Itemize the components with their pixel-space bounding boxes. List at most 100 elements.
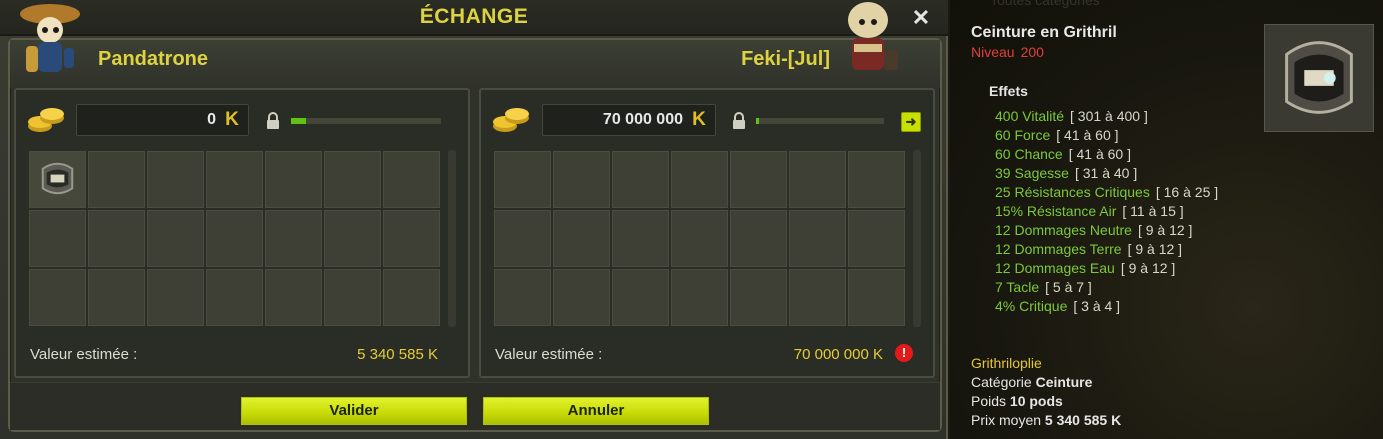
accept-arrow-icon[interactable]: ➜ xyxy=(901,112,921,132)
inventory-slot[interactable] xyxy=(323,268,382,327)
inventory-slot[interactable] xyxy=(552,209,611,268)
ready-progress-fill xyxy=(756,118,759,124)
inventory-slot[interactable] xyxy=(264,150,323,209)
weight-label: Poids xyxy=(971,393,1007,409)
inventory-slot[interactable] xyxy=(382,150,441,209)
inventory-slot[interactable] xyxy=(611,209,670,268)
inventory-slot[interactable] xyxy=(87,268,146,327)
item-name: Ceinture en Grithril xyxy=(971,24,1117,41)
kamas-input[interactable]: 0 K xyxy=(76,104,249,136)
inventory-slot[interactable] xyxy=(611,268,670,327)
effect-line: 4% Critique [ 3 à 4 ] xyxy=(995,297,1245,316)
inventory-slot[interactable] xyxy=(729,268,788,327)
effect-text: 39 Sagesse xyxy=(995,165,1069,181)
effect-range: [ 31 à 40 ] xyxy=(1074,165,1138,181)
inventory-slot[interactable] xyxy=(205,209,264,268)
inventory-slot[interactable] xyxy=(788,209,847,268)
footer-ornament xyxy=(10,382,940,430)
item-image xyxy=(1264,24,1374,132)
inventory-slot[interactable] xyxy=(146,209,205,268)
effect-text: 400 Vitalité xyxy=(995,108,1065,124)
inventory-slot[interactable] xyxy=(493,150,552,209)
inventory-slot[interactable] xyxy=(670,268,729,327)
item-set-link[interactable]: Grithriloplie xyxy=(971,355,1042,371)
price-label: Prix moyen xyxy=(971,412,1042,428)
item-weight: Poids 10 pods xyxy=(971,393,1063,409)
level-label: Niveau xyxy=(971,44,1015,60)
effect-text: 15% Résistance Air xyxy=(995,203,1117,219)
inventory-slot[interactable] xyxy=(28,150,87,209)
effect-range: [ 9 à 12 ] xyxy=(1127,241,1183,257)
lock-icon xyxy=(733,112,745,129)
inventory-slot[interactable] xyxy=(323,209,382,268)
inventory-slot[interactable] xyxy=(205,268,264,327)
close-icon[interactable]: ✕ xyxy=(908,5,934,31)
effect-line: 12 Dommages Terre [ 9 à 12 ] xyxy=(995,240,1245,259)
effect-line: 25 Résistances Critiques [ 16 à 25 ] xyxy=(995,183,1245,202)
exchange-window: ÉCHANGE ✕ Pandatrone Feki-[Jul] 0 K Vale… xyxy=(0,0,948,439)
inventory-slot[interactable] xyxy=(847,150,906,209)
effects-title: Effets xyxy=(989,83,1028,99)
inventory-slot[interactable] xyxy=(847,209,906,268)
effect-text: 12 Dommages Terre xyxy=(995,241,1122,257)
inventory-slot[interactable] xyxy=(323,150,382,209)
inventory-slot[interactable] xyxy=(28,209,87,268)
inventory-slot[interactable] xyxy=(729,209,788,268)
kamas-amount: 0 xyxy=(207,111,216,128)
player-left-name: Pandatrone xyxy=(98,48,209,70)
effect-line: 60 Force [ 41 à 60 ] xyxy=(995,126,1245,145)
effect-range: [ 9 à 12 ] xyxy=(1137,222,1193,238)
inventory-slot[interactable] xyxy=(847,268,906,327)
ready-progress xyxy=(291,118,441,124)
estimated-value-label: Valeur estimée : xyxy=(30,346,138,363)
kamas-amount: 70 000 000 xyxy=(602,111,683,128)
inventory-slot[interactable] xyxy=(382,209,441,268)
cancel-button[interactable]: Annuler xyxy=(481,395,711,427)
kamas-display: 70 000 000 K xyxy=(542,104,716,136)
inventory-slot[interactable] xyxy=(146,268,205,327)
inventory-slot[interactable] xyxy=(264,209,323,268)
player-right-offer: 70 000 000 K ➜ Valeur estimée: 70 000 0… xyxy=(479,88,935,378)
effect-line: 60 Chance [ 41 à 60 ] xyxy=(995,145,1245,164)
item-grid xyxy=(493,150,907,327)
item-average-price: Prix moyen 5 340 585 K xyxy=(971,412,1121,428)
inventory-slot[interactable] xyxy=(729,150,788,209)
scrollbar[interactable] xyxy=(913,150,921,327)
lock-icon xyxy=(267,112,279,129)
inventory-slot[interactable] xyxy=(611,150,670,209)
ready-progress xyxy=(756,118,884,124)
effect-range: [ 5 à 7 ] xyxy=(1045,279,1092,295)
effects-list: 400 Vitalité [ 301 à 400 ] 60 Force [ 41 à … xyxy=(995,107,1245,316)
scrollbar[interactable] xyxy=(448,150,456,327)
inventory-slot[interactable] xyxy=(670,150,729,209)
inventory-slot[interactable] xyxy=(788,150,847,209)
item-grid xyxy=(28,150,442,327)
warning-icon[interactable]: ! xyxy=(895,344,913,362)
inventory-slot[interactable] xyxy=(87,209,146,268)
inventory-slot[interactable] xyxy=(264,268,323,327)
estimated-value-amount: 5 340 585 K xyxy=(357,346,438,363)
inventory-slot[interactable] xyxy=(146,150,205,209)
inventory-slot[interactable] xyxy=(493,268,552,327)
inventory-slot[interactable] xyxy=(670,209,729,268)
inventory-slot[interactable] xyxy=(87,150,146,209)
effect-range: [ 11 à 15 ] xyxy=(1122,203,1184,219)
inventory-slot[interactable] xyxy=(788,268,847,327)
item-level: Niveau 200 xyxy=(971,44,1044,60)
player-right-avatar xyxy=(848,2,898,70)
estimated-value-label: Valeur estimée : xyxy=(495,346,603,363)
window-title: ÉCHANGE xyxy=(419,5,529,28)
effect-line: 7 Tacle [ 5 à 7 ] xyxy=(995,278,1245,297)
inventory-slot[interactable] xyxy=(382,268,441,327)
inventory-slot[interactable] xyxy=(552,268,611,327)
inventory-slot[interactable] xyxy=(552,150,611,209)
inventory-slot[interactable] xyxy=(205,150,264,209)
validate-button[interactable]: Valider xyxy=(239,395,469,427)
effect-line: 400 Vitalité [ 301 à 400 ] xyxy=(995,107,1245,126)
effect-text: 25 Résistances Critiques xyxy=(995,184,1150,200)
category-value: Ceinture xyxy=(1035,374,1093,390)
inventory-slot[interactable] xyxy=(28,268,87,327)
inventory-slot[interactable] xyxy=(493,209,552,268)
gold-coins-icon xyxy=(493,108,529,132)
effect-line: 39 Sagesse [ 31 à 40 ] xyxy=(995,164,1245,183)
